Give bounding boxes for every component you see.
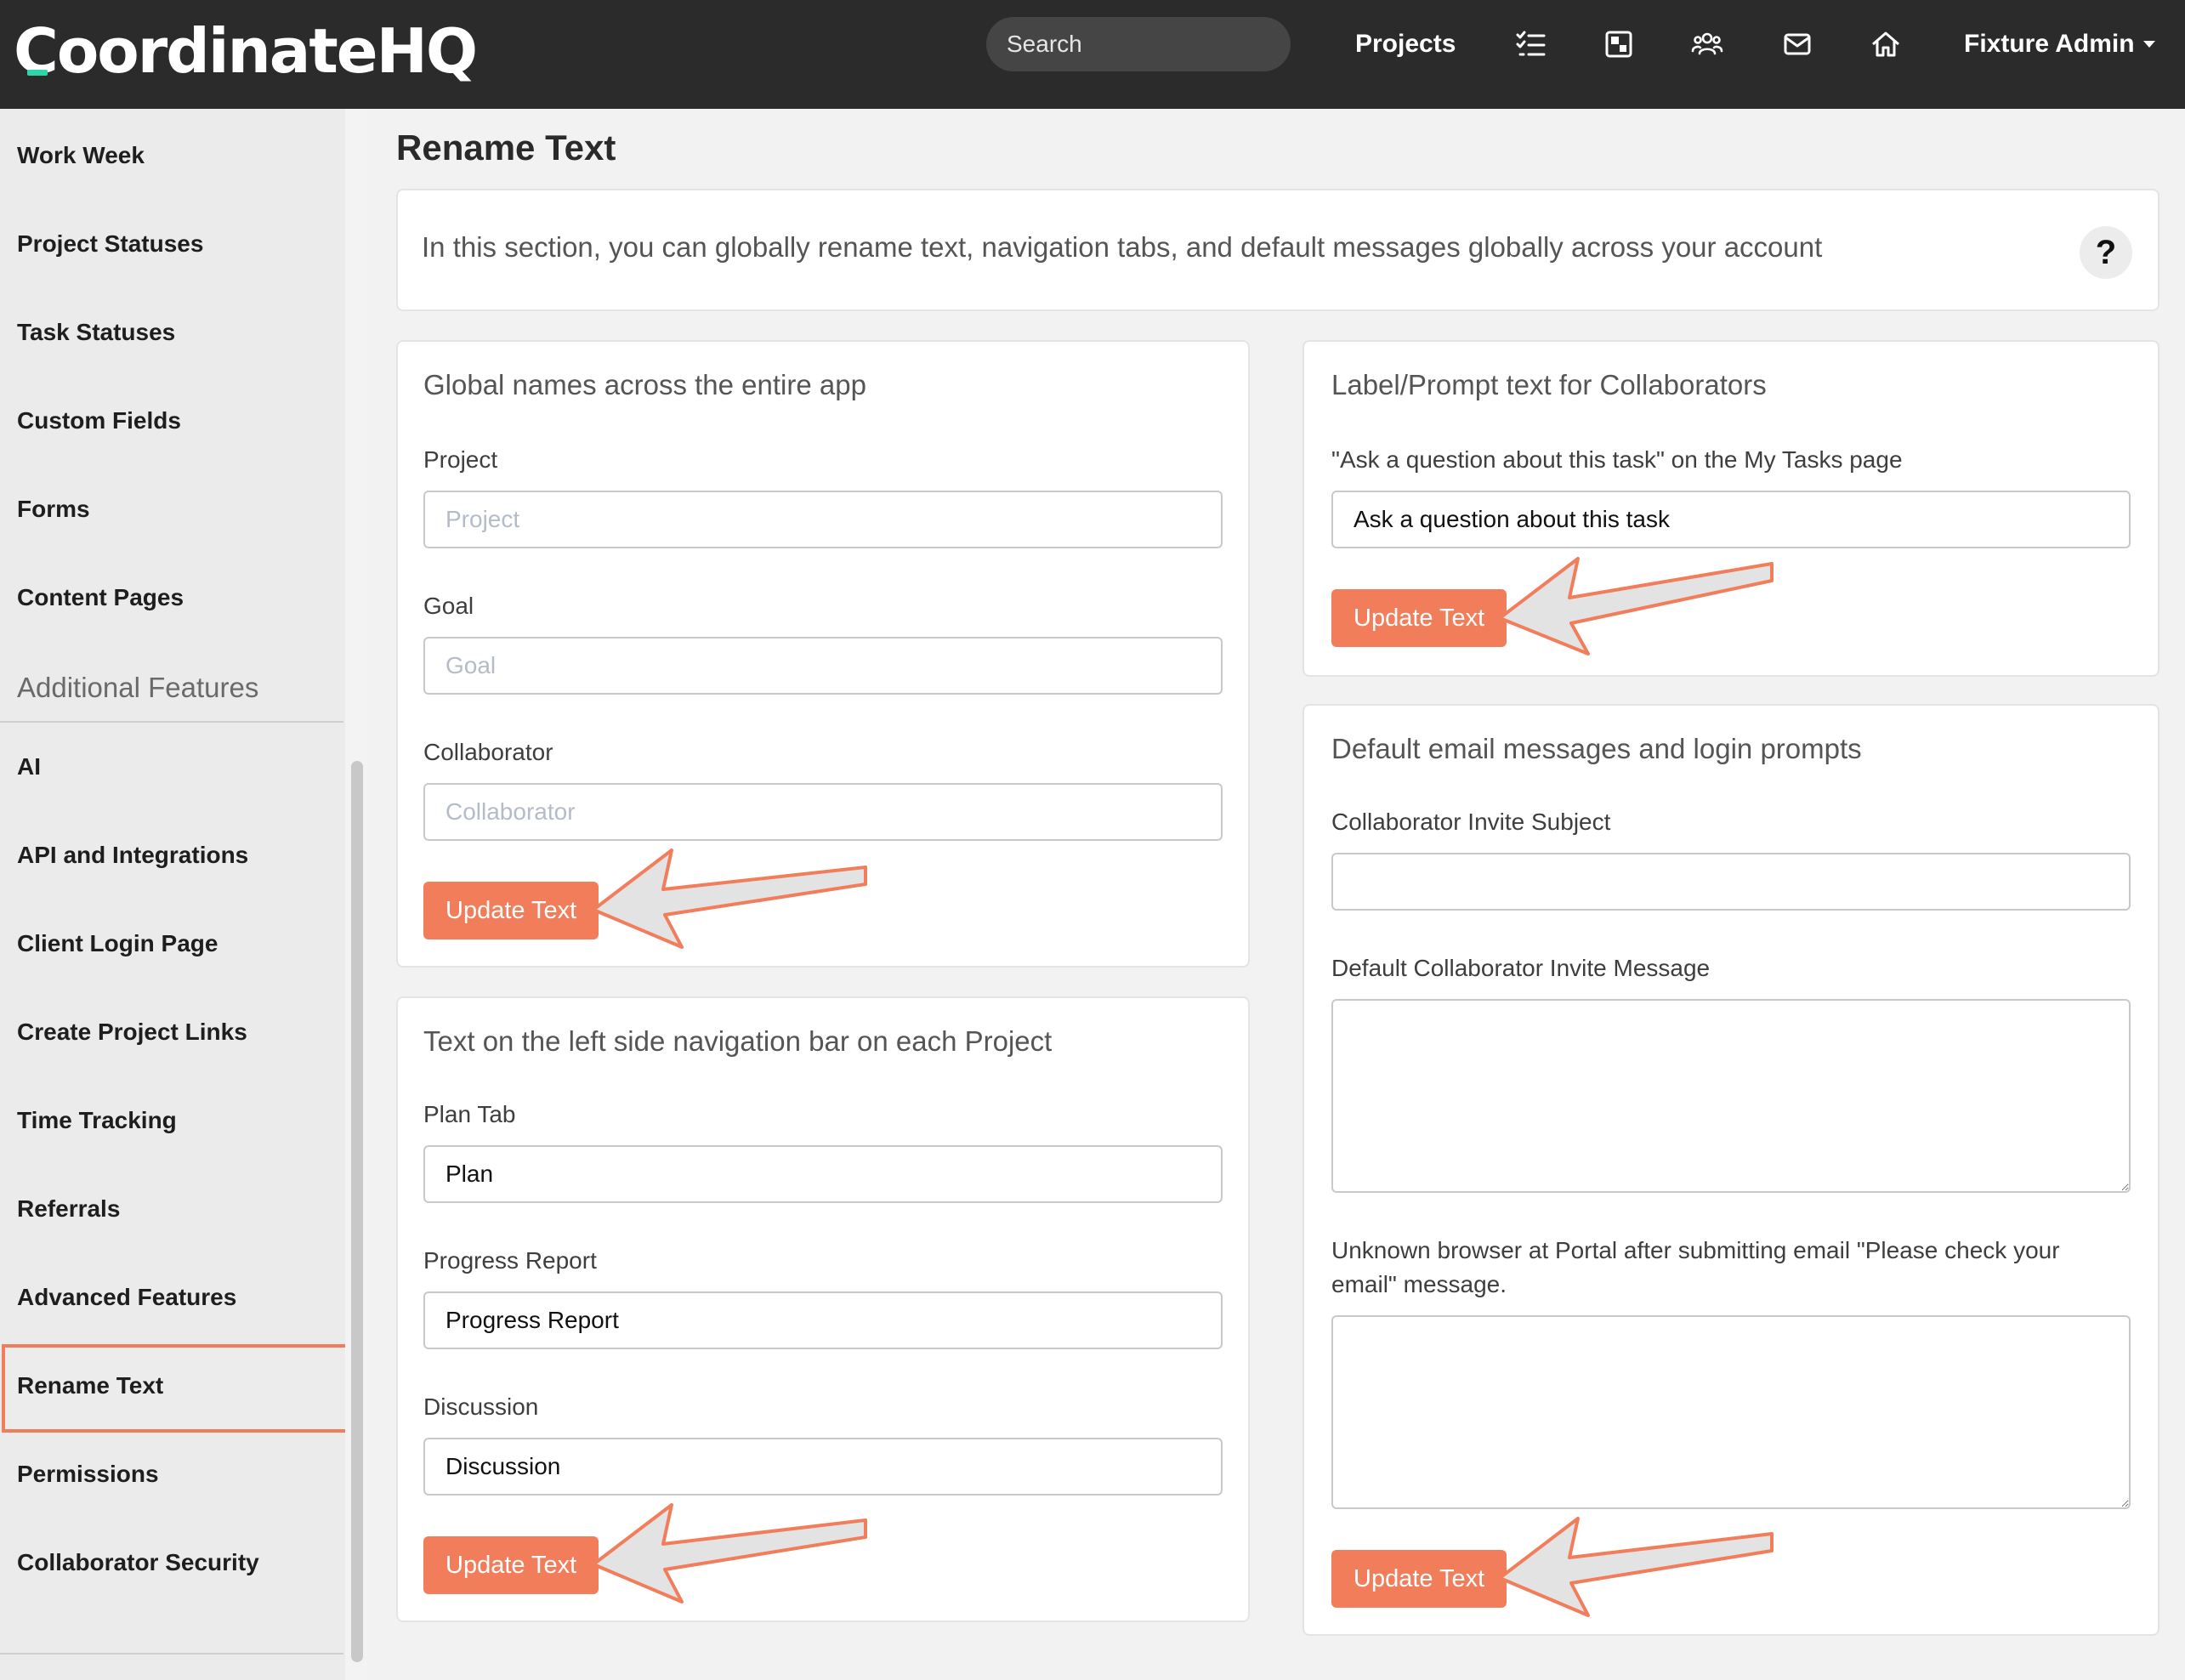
project-label: Project bbox=[423, 446, 498, 473]
project-name-input[interactable] bbox=[423, 491, 1223, 548]
sidebar-item-collaborator-security[interactable]: Collaborator Security bbox=[0, 1518, 345, 1607]
plan-tab-label: Plan Tab bbox=[423, 1101, 516, 1127]
annotation-arrow-icon bbox=[592, 1503, 867, 1603]
sidebar-item-permissions[interactable]: Permissions bbox=[0, 1430, 345, 1518]
sidebar-item-custom-fields[interactable]: Custom Fields bbox=[0, 377, 345, 465]
discussion-input[interactable] bbox=[423, 1438, 1223, 1496]
sidebar-item-rename-text[interactable]: Rename Text bbox=[0, 1342, 345, 1430]
caret-down-icon bbox=[2142, 41, 2155, 48]
collaborator-label: Collaborator bbox=[423, 739, 553, 765]
mail-icon[interactable] bbox=[1780, 27, 1814, 61]
update-collaborator-prompts-button[interactable]: Update Text bbox=[1331, 589, 1507, 647]
sidebar-item-task-statuses[interactable]: Task Statuses bbox=[0, 288, 345, 377]
invite-message-textarea[interactable] bbox=[1331, 999, 2131, 1193]
sidebar-item-work-week[interactable]: Work Week bbox=[0, 111, 345, 200]
sidebar-item-advanced-features[interactable]: Advanced Features bbox=[0, 1253, 345, 1342]
dashboard-icon[interactable] bbox=[1602, 27, 1636, 61]
annotation-arrow-icon bbox=[1498, 1517, 1774, 1617]
user-menu[interactable]: Fixture Admin bbox=[1964, 17, 2155, 71]
page-title: Rename Text bbox=[396, 128, 616, 167]
unknown-browser-label: Unknown browser at Portal after submitti… bbox=[1331, 1237, 2060, 1297]
projects-nav-link[interactable]: Projects bbox=[1355, 17, 1456, 71]
sidebar-item-client-login-page[interactable]: Client Login Page bbox=[0, 900, 345, 988]
sidebar-item-content-pages[interactable]: Content Pages bbox=[0, 553, 345, 642]
progress-report-input[interactable] bbox=[423, 1291, 1223, 1349]
ask-question-input[interactable] bbox=[1331, 491, 2131, 548]
invite-message-label: Default Collaborator Invite Message bbox=[1331, 955, 1711, 981]
plan-tab-input[interactable] bbox=[423, 1145, 1223, 1203]
task-list-icon[interactable] bbox=[1513, 27, 1547, 61]
sidebar-item-create-project-links[interactable]: Create Project Links bbox=[0, 988, 345, 1076]
user-name: Fixture Admin bbox=[1964, 30, 2135, 58]
sidebar-section-heading: Additional Features bbox=[17, 672, 259, 703]
top-navigation-bar: CoordinateHQ Projects Fi bbox=[0, 0, 2185, 109]
annotation-arrow-icon bbox=[592, 849, 867, 949]
update-email-messages-button[interactable]: Update Text bbox=[1331, 1550, 1507, 1608]
annotation-arrow-icon bbox=[1498, 557, 1774, 656]
global-names-title: Global names across the entire app bbox=[423, 369, 866, 400]
help-button[interactable]: ? bbox=[2080, 226, 2132, 279]
update-global-names-button[interactable]: Update Text bbox=[423, 882, 599, 939]
intro-description: In this section, you can globally rename… bbox=[422, 231, 1823, 263]
sidebar-item-referrals[interactable]: Referrals bbox=[0, 1165, 345, 1253]
home-icon[interactable] bbox=[1869, 27, 1903, 61]
sidebar-item-ai[interactable]: AI bbox=[0, 723, 345, 811]
app-logo[interactable]: CoordinateHQ bbox=[14, 9, 478, 94]
ask-question-label: "Ask a question about this task" on the … bbox=[1331, 446, 1903, 473]
sidebar-bottom-divider bbox=[0, 1653, 343, 1654]
sidebar-scrollbar-thumb[interactable] bbox=[351, 761, 363, 1662]
logo-accent-mark bbox=[27, 70, 48, 76]
email-messages-title: Default email messages and login prompts bbox=[1331, 733, 1862, 764]
goal-label: Goal bbox=[423, 593, 474, 619]
collaborator-prompts-title: Label/Prompt text for Collaborators bbox=[1331, 369, 1767, 400]
collaborator-name-input[interactable] bbox=[423, 783, 1223, 841]
sidebar-item-forms[interactable]: Forms bbox=[0, 465, 345, 553]
search-input[interactable] bbox=[986, 17, 1291, 71]
progress-report-label: Progress Report bbox=[423, 1247, 597, 1274]
invite-subject-input[interactable] bbox=[1331, 853, 2131, 911]
unknown-browser-textarea[interactable] bbox=[1331, 1315, 2131, 1509]
sidebar-item-api-integrations[interactable]: API and Integrations bbox=[0, 811, 345, 900]
left-nav-text-title: Text on the left side navigation bar on … bbox=[423, 1025, 1053, 1057]
update-left-nav-button[interactable]: Update Text bbox=[423, 1536, 599, 1594]
sidebar-item-project-statuses[interactable]: Project Statuses bbox=[0, 200, 345, 288]
users-icon[interactable] bbox=[1690, 27, 1724, 61]
sidebar-item-time-tracking[interactable]: Time Tracking bbox=[0, 1076, 345, 1165]
discussion-label: Discussion bbox=[423, 1393, 539, 1420]
invite-subject-label: Collaborator Invite Subject bbox=[1331, 809, 1611, 835]
goal-name-input[interactable] bbox=[423, 637, 1223, 695]
